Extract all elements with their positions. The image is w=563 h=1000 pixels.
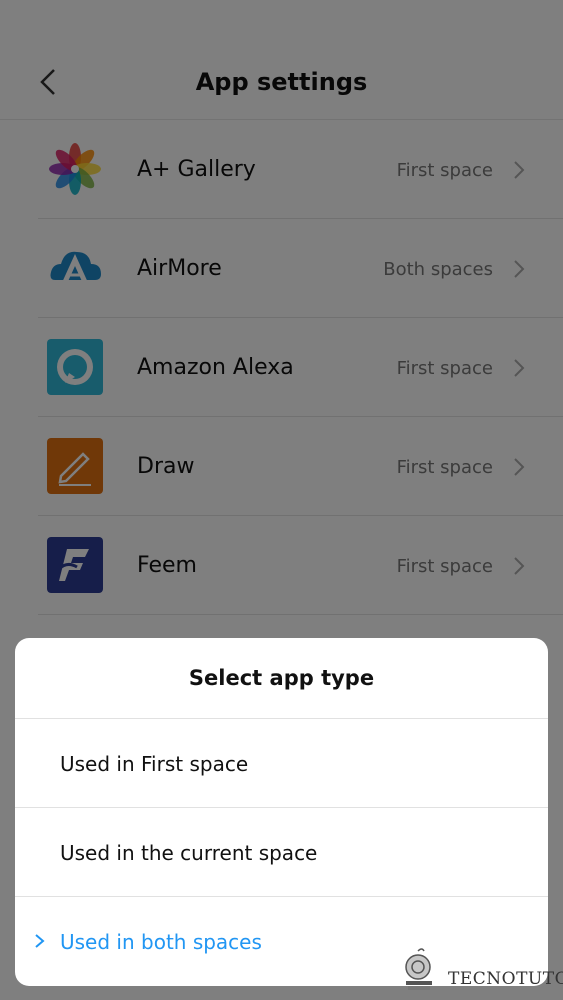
watermark: TECNOTUTO [400,945,563,995]
select-app-type-dialog: Select app type Used in First space Used… [15,638,548,986]
dialog-title: Select app type [188,666,375,690]
option-label: Used in the current space [60,841,318,865]
chevron-right-icon [35,934,45,948]
option-label: Used in both spaces [60,930,262,954]
option-current-space[interactable]: Used in the current space [15,808,548,897]
watermark-text: TECNOTUTO [448,969,563,989]
tecnotuto-logo-icon [405,948,432,990]
option-first-space[interactable]: Used in First space [15,719,548,808]
option-label: Used in First space [60,752,249,776]
